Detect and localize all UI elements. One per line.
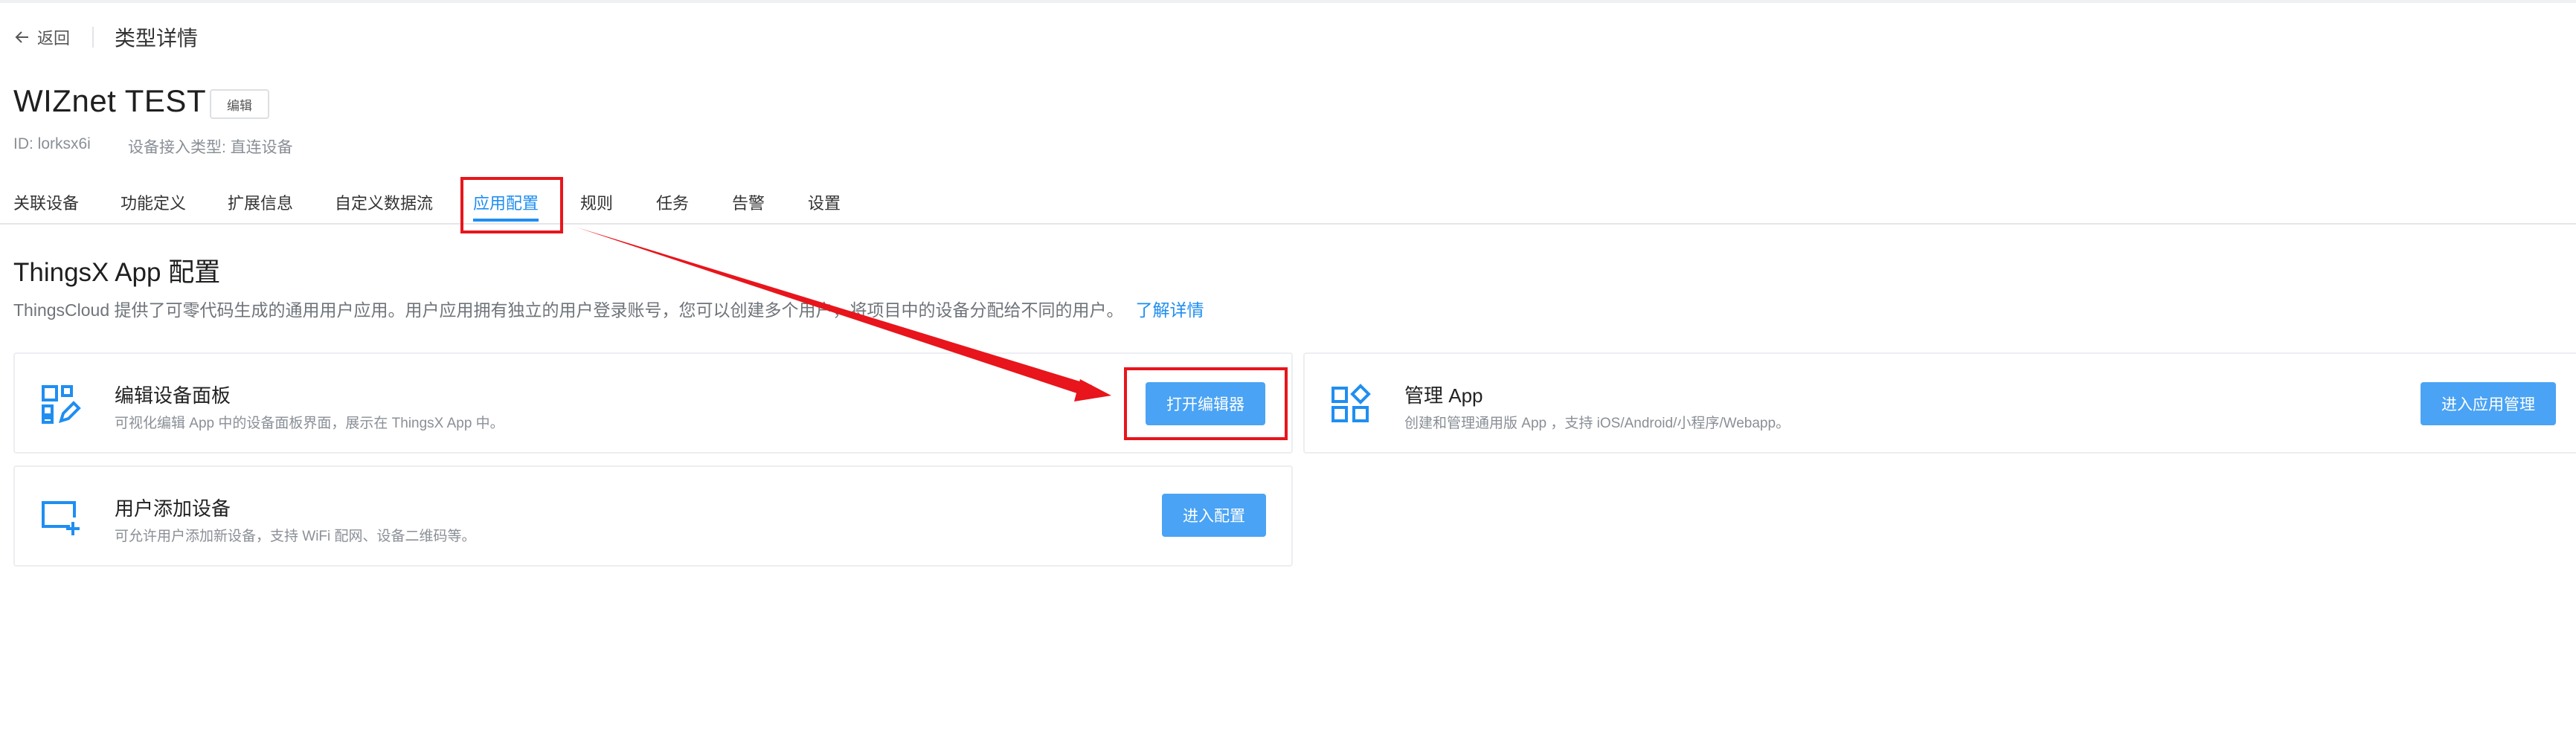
card-user-add-device: 用户添加设备 可允许用户添加新设备，支持 WiFi 配网、设备二维码等。 进入配… [13,465,1293,567]
card-manage-app: 管理 App 创建和管理通用版 App ，支持 iOS/Android/小程序/… [1303,352,2576,454]
page-title: 类型详情 [115,27,199,50]
enter-config-button[interactable]: 进入配置 [1162,494,1266,537]
tab-alerts[interactable]: 告警 [732,190,765,214]
device-type-name: WIZnet TEST [13,83,207,118]
annotation-highlight-button [1124,367,1288,440]
arrow-left-icon [15,31,28,43]
top-border [0,0,2576,3]
header-divider [92,27,94,48]
tab-tasks[interactable]: 任务 [656,190,689,214]
tab-custom-data-stream[interactable]: 自定义数据流 [335,190,433,214]
tab-bar: 关联设备 功能定义 扩展信息 自定义数据流 应用配置 规则 任务 告警 设置 [0,177,2576,225]
apps-grid-icon [1332,384,1371,422]
edit-button[interactable]: 编辑 [210,89,269,119]
card-title: 管理 App [1404,384,1483,407]
section-title: ThingsX App 配置 [13,258,221,287]
card-description: 可视化编辑 App 中的设备面板界面，展示在 ThingsX App 中。 [115,416,504,431]
card-title: 编辑设备面板 [115,384,231,407]
tab-function-definition[interactable]: 功能定义 [121,190,186,214]
card-title: 用户添加设备 [115,497,231,520]
learn-more-link[interactable]: 了解详情 [1136,300,1204,320]
dashboard-edit-icon [42,385,81,424]
tab-settings[interactable]: 设置 [808,190,841,214]
enter-app-management-button[interactable]: 进入应用管理 [2421,382,2556,425]
back-label: 返回 [37,29,71,48]
card-description: 创建和管理通用版 App ，支持 iOS/Android/小程序/Webapp。 [1404,416,1790,431]
device-access-type: 设备接入类型: 直连设备 [128,139,293,156]
section-description: ThingsCloud 提供了可零代码生成的通用用户应用。用户应用拥有独立的用户… [13,296,1204,321]
device-id: ID: lorksx6i [13,135,91,152]
card-edit-device-panel: 编辑设备面板 可视化编辑 App 中的设备面板界面，展示在 ThingsX Ap… [13,352,1293,454]
section-description-text: ThingsCloud 提供了可零代码生成的通用用户应用。用户应用拥有独立的用户… [13,300,1124,320]
annotation-highlight-tab [460,177,563,233]
add-device-icon [42,501,80,535]
card-description: 可允许用户添加新设备，支持 WiFi 配网、设备二维码等。 [115,529,476,544]
tab-extended-info[interactable]: 扩展信息 [228,190,293,214]
back-button[interactable]: 返回 [13,25,70,49]
tab-rules[interactable]: 规则 [580,190,613,214]
tab-linked-devices[interactable]: 关联设备 [13,190,79,214]
